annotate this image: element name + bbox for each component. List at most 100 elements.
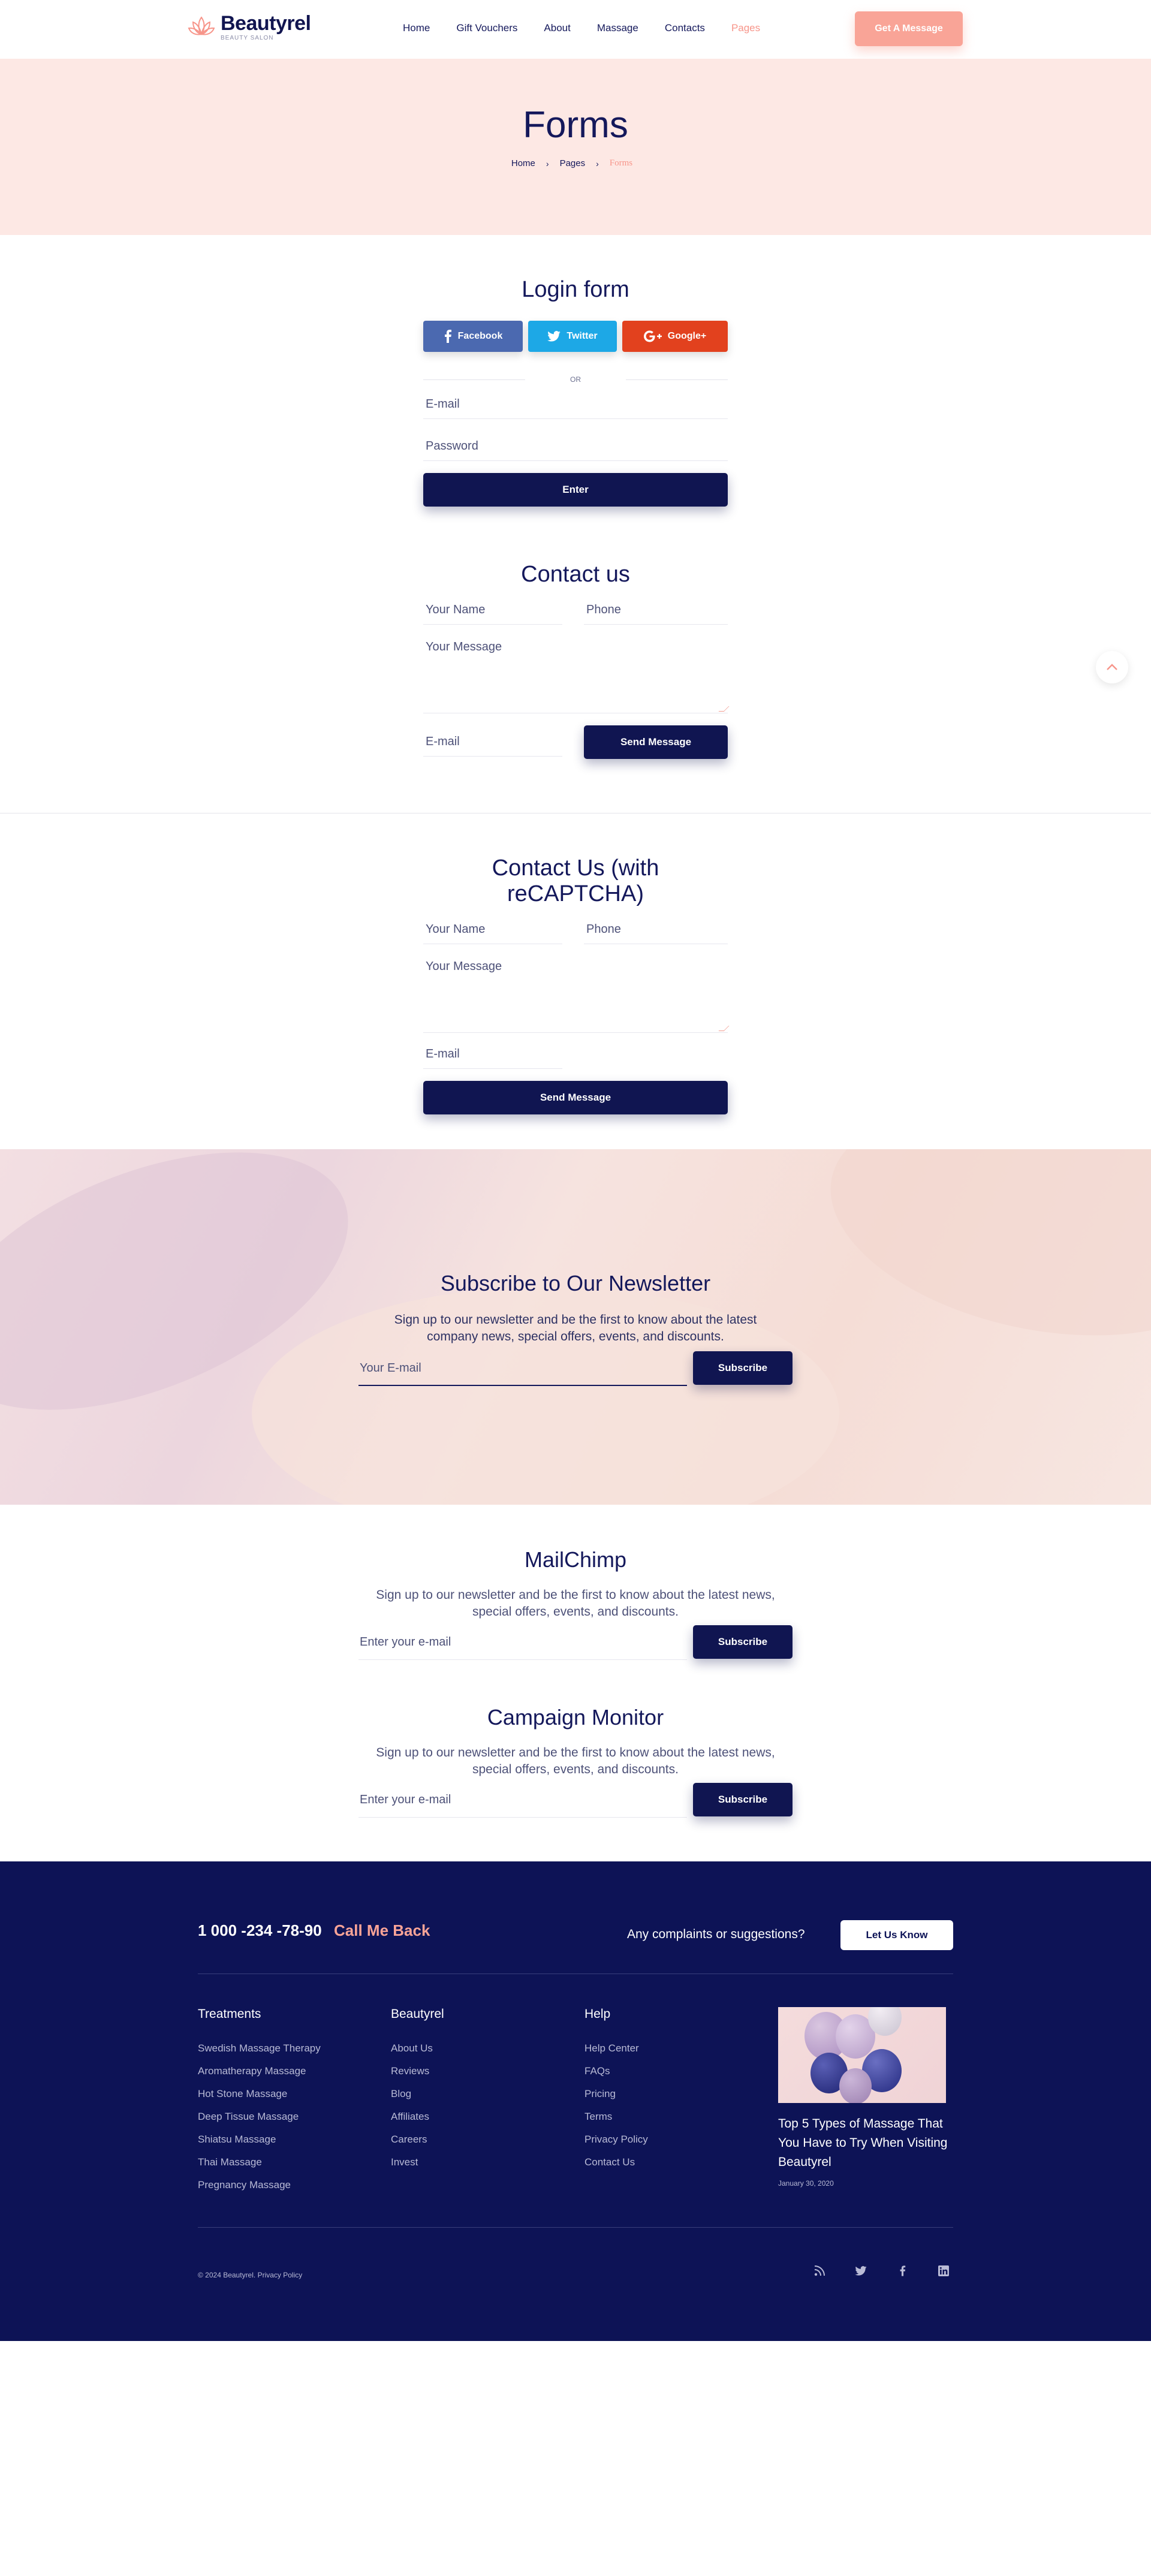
rss-icon[interactable] <box>813 2264 826 2277</box>
nav-massage[interactable]: Massage <box>597 22 638 35</box>
google-plus-login-button[interactable]: Google+ <box>622 321 728 352</box>
or-line-right <box>626 379 728 380</box>
footer-link[interactable]: Reviews <box>391 2066 444 2077</box>
contact-email-send-row: E-mail Send Message <box>423 725 728 759</box>
password-field[interactable]: Password <box>423 432 728 461</box>
send-message-button[interactable]: Send Message <box>584 725 728 759</box>
breadcrumb: Home › Pages › Forms <box>0 158 1151 168</box>
footer-divider <box>198 2227 953 2228</box>
footer-link[interactable]: About Us <box>391 2043 444 2054</box>
newsletter-banner: Subscribe to Our Newsletter Sign up to o… <box>0 1149 1151 1505</box>
page-title: Forms <box>523 104 628 146</box>
enter-button[interactable]: Enter <box>423 473 728 507</box>
nav-gift-vouchers[interactable]: Gift Vouchers <box>456 22 517 35</box>
linkedin-icon[interactable] <box>937 2264 950 2277</box>
nav-home[interactable]: Home <box>403 22 430 35</box>
newsletter-form: Your E-mail Subscribe <box>358 1351 793 1386</box>
footer-column-treatments: Treatments Swedish Massage Therapy Aroma… <box>198 2007 321 2203</box>
contact-form: Contact us Your Name Phone Your Message … <box>423 562 728 759</box>
campaign-monitor-subscribe-button[interactable]: Subscribe <box>693 1783 793 1816</box>
footer-link[interactable]: Affiliates <box>391 2111 444 2122</box>
news-thumbnail-image[interactable] <box>778 2007 946 2103</box>
mailchimp-title: MailChimp <box>524 1547 627 1572</box>
recaptcha-phone-field[interactable]: Phone <box>584 915 728 944</box>
nav-contacts[interactable]: Contacts <box>665 22 705 35</box>
contact-email-field[interactable]: E-mail <box>423 728 562 757</box>
facebook-label: Facebook <box>457 331 503 341</box>
newsletter-content: Subscribe to Our Newsletter Sign up to o… <box>0 1271 1151 1345</box>
message-field[interactable]: Your Message <box>423 632 728 713</box>
newsletter-text: Sign up to our newsletter and be the fir… <box>394 1313 757 1343</box>
recaptcha-send-message-button[interactable]: Send Message <box>423 1081 728 1114</box>
breadcrumb-pages[interactable]: Pages <box>560 158 586 168</box>
footer-link[interactable]: Deep Tissue Massage <box>198 2111 321 2122</box>
footer-phone[interactable]: 1 000 -234 -78-90 <box>198 1921 322 1940</box>
newsletter-title: Subscribe to Our Newsletter <box>440 1271 711 1295</box>
campaign-monitor-email-field[interactable]: Enter your e-mail <box>358 1783 687 1818</box>
recaptcha-contact-title: Contact Us (with reCAPTCHA) <box>492 855 659 906</box>
complaints-text: Any complaints or suggestions? <box>627 1927 805 1941</box>
mailchimp-section: MailChimp Sign up to our newsletter and … <box>0 1547 1151 1660</box>
recaptcha-name-field[interactable]: Your Name <box>423 915 562 944</box>
nav-about[interactable]: About <box>544 22 570 35</box>
mailchimp-email-field[interactable]: Enter your e-mail <box>358 1625 687 1660</box>
recaptcha-message-field[interactable]: Your Message <box>423 951 728 1033</box>
footer-link[interactable]: Hot Stone Massage <box>198 2089 321 2099</box>
nav-pages[interactable]: Pages <box>731 22 760 35</box>
footer-link[interactable]: Thai Massage <box>198 2157 321 2168</box>
email-field[interactable]: E-mail <box>423 390 728 419</box>
newsletter-subscribe-button[interactable]: Subscribe <box>693 1351 793 1385</box>
social-login-row: Facebook Twitter Google+ <box>423 321 728 352</box>
twitter-label: Twitter <box>567 331 598 341</box>
footer-link[interactable]: Privacy Policy <box>584 2134 648 2145</box>
news-title-link[interactable]: Top 5 Types of Massage That You Have to … <box>778 2114 958 2172</box>
facebook-icon <box>444 330 451 343</box>
mailchimp-subscribe-button[interactable]: Subscribe <box>693 1625 793 1659</box>
phone-field[interactable]: Phone <box>584 596 728 625</box>
page-hero: Forms Home › Pages › Forms <box>0 59 1151 235</box>
newsletter-email-field[interactable]: Your E-mail <box>358 1351 687 1386</box>
get-a-message-button[interactable]: Get A Message <box>855 11 963 46</box>
social-links <box>813 2264 978 2277</box>
login-form: Login form Facebook Twitter Google+ OR E… <box>423 277 728 507</box>
footer-link[interactable]: Blog <box>391 2089 444 2099</box>
recaptcha-name-phone-row: Your Name Phone <box>423 915 728 944</box>
breadcrumb-home[interactable]: Home <box>511 158 535 168</box>
footer-link[interactable]: Help Center <box>584 2043 648 2054</box>
footer-link[interactable]: Terms <box>584 2111 648 2122</box>
let-us-know-button[interactable]: Let Us Know <box>840 1920 953 1950</box>
contact-name-phone-row: Your Name Phone <box>423 596 728 625</box>
recaptcha-email-field[interactable]: E-mail <box>423 1040 562 1069</box>
site-footer: 1 000 -234 -78-90 Call Me Back Any compl… <box>0 1861 1151 2341</box>
footer-link[interactable]: Aromatherapy Massage <box>198 2066 321 2077</box>
copyright: © 2024 Beautyrel. Privacy Policy <box>198 2271 303 2279</box>
twitter-login-button[interactable]: Twitter <box>528 321 617 352</box>
footer-link[interactable]: Shiatsu Massage <box>198 2134 321 2145</box>
name-field[interactable]: Your Name <box>423 596 562 625</box>
footer-column-title: Treatments <box>198 2007 261 2021</box>
mailchimp-text: Sign up to our newsletter and be the fir… <box>376 1588 775 1619</box>
footer-link[interactable]: Swedish Massage Therapy <box>198 2043 321 2054</box>
footer-column-title: Beautyrel <box>391 2007 444 2021</box>
footer-link[interactable]: Careers <box>391 2134 444 2145</box>
footer-link[interactable]: Pricing <box>584 2089 648 2099</box>
footer-link[interactable]: Pregnancy Massage <box>198 2180 321 2191</box>
chevron-right-icon: › <box>546 158 549 168</box>
logo[interactable]: Beautyrel BEAUTY SALON <box>187 13 311 41</box>
scroll-to-top-button[interactable] <box>1096 651 1128 683</box>
campaign-monitor-form: Enter your e-mail Subscribe <box>358 1783 793 1818</box>
facebook-icon[interactable] <box>896 2264 909 2277</box>
footer-link[interactable]: Invest <box>391 2157 444 2168</box>
footer-link[interactable]: FAQs <box>584 2066 648 2077</box>
footer-column-beautyrel: Beautyrel About Us Reviews Blog Affiliat… <box>391 2007 444 2180</box>
campaign-monitor-text: Sign up to our newsletter and be the fir… <box>376 1746 775 1776</box>
call-me-back-link[interactable]: Call Me Back <box>334 1921 430 1940</box>
facebook-login-button[interactable]: Facebook <box>423 321 523 352</box>
chevron-up-icon <box>1107 664 1117 670</box>
section-divider <box>0 813 1151 814</box>
footer-link[interactable]: Contact Us <box>584 2157 648 2168</box>
mailchimp-form: Enter your e-mail Subscribe <box>358 1625 793 1660</box>
twitter-icon[interactable] <box>854 2264 867 2277</box>
campaign-monitor-section: Campaign Monitor Sign up to our newslett… <box>0 1705 1151 1818</box>
or-line-left <box>423 379 525 380</box>
